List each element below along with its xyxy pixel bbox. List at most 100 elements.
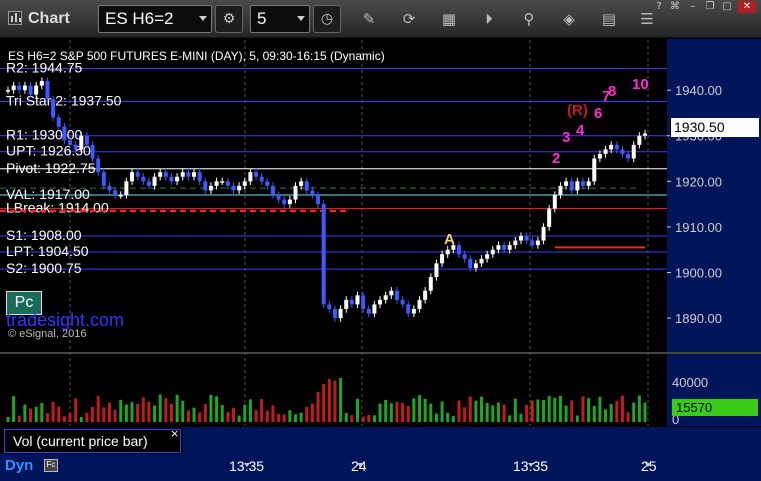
- annotation-label: 2: [552, 150, 560, 167]
- candle-body: [113, 190, 118, 195]
- candle-body: [383, 295, 388, 300]
- volume-bar: [57, 406, 61, 422]
- volume-bar: [282, 414, 286, 422]
- volume-bar: [395, 401, 399, 422]
- volume-bar: [587, 398, 591, 422]
- volume-bar: [310, 403, 314, 422]
- volume-bar: [226, 411, 230, 422]
- candle-body: [344, 299, 349, 309]
- candle-body: [389, 290, 394, 296]
- close-study-icon[interactable]: ×: [170, 427, 179, 440]
- annotation-label: 4: [576, 122, 585, 139]
- volume-bar: [237, 415, 241, 422]
- candle-body: [282, 199, 287, 205]
- candle-body: [535, 240, 540, 246]
- candle-body: [479, 258, 484, 264]
- candle-body: [456, 245, 461, 255]
- volume-bar: [102, 407, 106, 422]
- volume-bar: [215, 396, 219, 422]
- annotation-label: 3: [562, 129, 570, 146]
- candle-body: [338, 308, 343, 319]
- volume-bar: [468, 396, 472, 422]
- candle-body: [254, 172, 259, 177]
- candle-body: [597, 153, 602, 159]
- candle-body: [17, 85, 22, 91]
- volume-bar: [203, 404, 207, 422]
- chart-window: Chart ES H6=2 ⚙ 5 ◷ ✎ ⟳ ▦ ⏵ ⚲ ◈ ▤ ☰ ? ⌘ …: [0, 0, 761, 481]
- volume-bar: [423, 398, 427, 422]
- volume-bar: [130, 402, 134, 422]
- volume-bar: [192, 407, 196, 422]
- last-volume-tag: 15570: [672, 399, 758, 416]
- candle-body: [73, 144, 78, 150]
- candle-body: [541, 226, 546, 241]
- candle-body: [231, 185, 236, 191]
- last-price-tag: 1930.50: [670, 118, 759, 137]
- candle-body: [626, 153, 631, 159]
- candle-body: [22, 85, 27, 91]
- candle-body: [569, 181, 574, 191]
- volume-info-bar: [183, 427, 761, 454]
- volume-bar: [339, 377, 343, 422]
- volume-bar: [434, 413, 438, 422]
- volume-bar: [91, 407, 95, 422]
- candle-body: [28, 85, 33, 95]
- candle-body: [485, 254, 490, 259]
- candle-body: [141, 176, 146, 182]
- volume-bar: [344, 413, 348, 422]
- volume-bar: [502, 404, 506, 422]
- volume-bar: [141, 397, 145, 422]
- candle-body: [169, 176, 174, 182]
- volume-bar: [367, 415, 371, 422]
- candle-body: [203, 181, 208, 191]
- volume-bar: [198, 412, 202, 422]
- candle-body: [378, 299, 383, 305]
- candle-body: [287, 199, 292, 205]
- candle-body: [406, 304, 411, 314]
- volume-bar: [485, 402, 489, 422]
- volume-bar: [581, 396, 585, 422]
- candle-body: [208, 185, 213, 191]
- level-label: LBreak: 1914.00: [6, 200, 109, 216]
- candle-body: [445, 249, 450, 255]
- level-label: LPT: 1904.50: [6, 243, 89, 259]
- chevron-down-icon: [528, 463, 534, 467]
- candle-body: [293, 185, 298, 200]
- y-tick-label: 1910.00: [675, 220, 722, 235]
- volume-study-label[interactable]: Vol (current price bar): [4, 429, 181, 453]
- volume-bar: [463, 407, 467, 422]
- volume-bar: [372, 415, 376, 422]
- y-tick-label: 1940.00: [675, 83, 722, 98]
- volume-bar: [389, 403, 393, 422]
- volume-bar: [12, 396, 16, 422]
- candle-body: [225, 181, 230, 186]
- volume-bar: [575, 415, 579, 422]
- volume-bar: [254, 410, 258, 422]
- volume-bar: [609, 404, 613, 422]
- annotation-label: (R): [567, 102, 588, 119]
- candle-body: [462, 254, 467, 259]
- candle-body: [355, 295, 360, 305]
- volume-bar: [136, 403, 140, 422]
- volume-bar: [412, 398, 416, 422]
- level-label: Pivot: 1922.75: [6, 160, 96, 176]
- price-chart[interactable]: R2: 1944.75Tri Star 2: 1937.50R1: 1930.0…: [0, 0, 761, 481]
- candle-body: [79, 135, 84, 150]
- dyn-label[interactable]: Dyn: [5, 457, 33, 474]
- volume-bar: [288, 410, 292, 422]
- volume-bar: [85, 412, 89, 422]
- volume-bar: [34, 406, 38, 422]
- volume-bar: [51, 401, 55, 422]
- volume-bar: [418, 395, 422, 422]
- volume-bar: [525, 405, 529, 422]
- volume-bar: [384, 399, 388, 422]
- candle-body: [518, 236, 523, 241]
- volume-bar: [570, 400, 574, 422]
- volume-bar: [147, 401, 151, 422]
- volume-bar: [542, 400, 546, 422]
- dyn-icon[interactable]: Fc: [44, 459, 58, 472]
- volume-bar: [451, 416, 455, 422]
- volume-bar: [271, 405, 275, 422]
- volume-bar: [169, 403, 173, 422]
- candle-body: [118, 195, 123, 197]
